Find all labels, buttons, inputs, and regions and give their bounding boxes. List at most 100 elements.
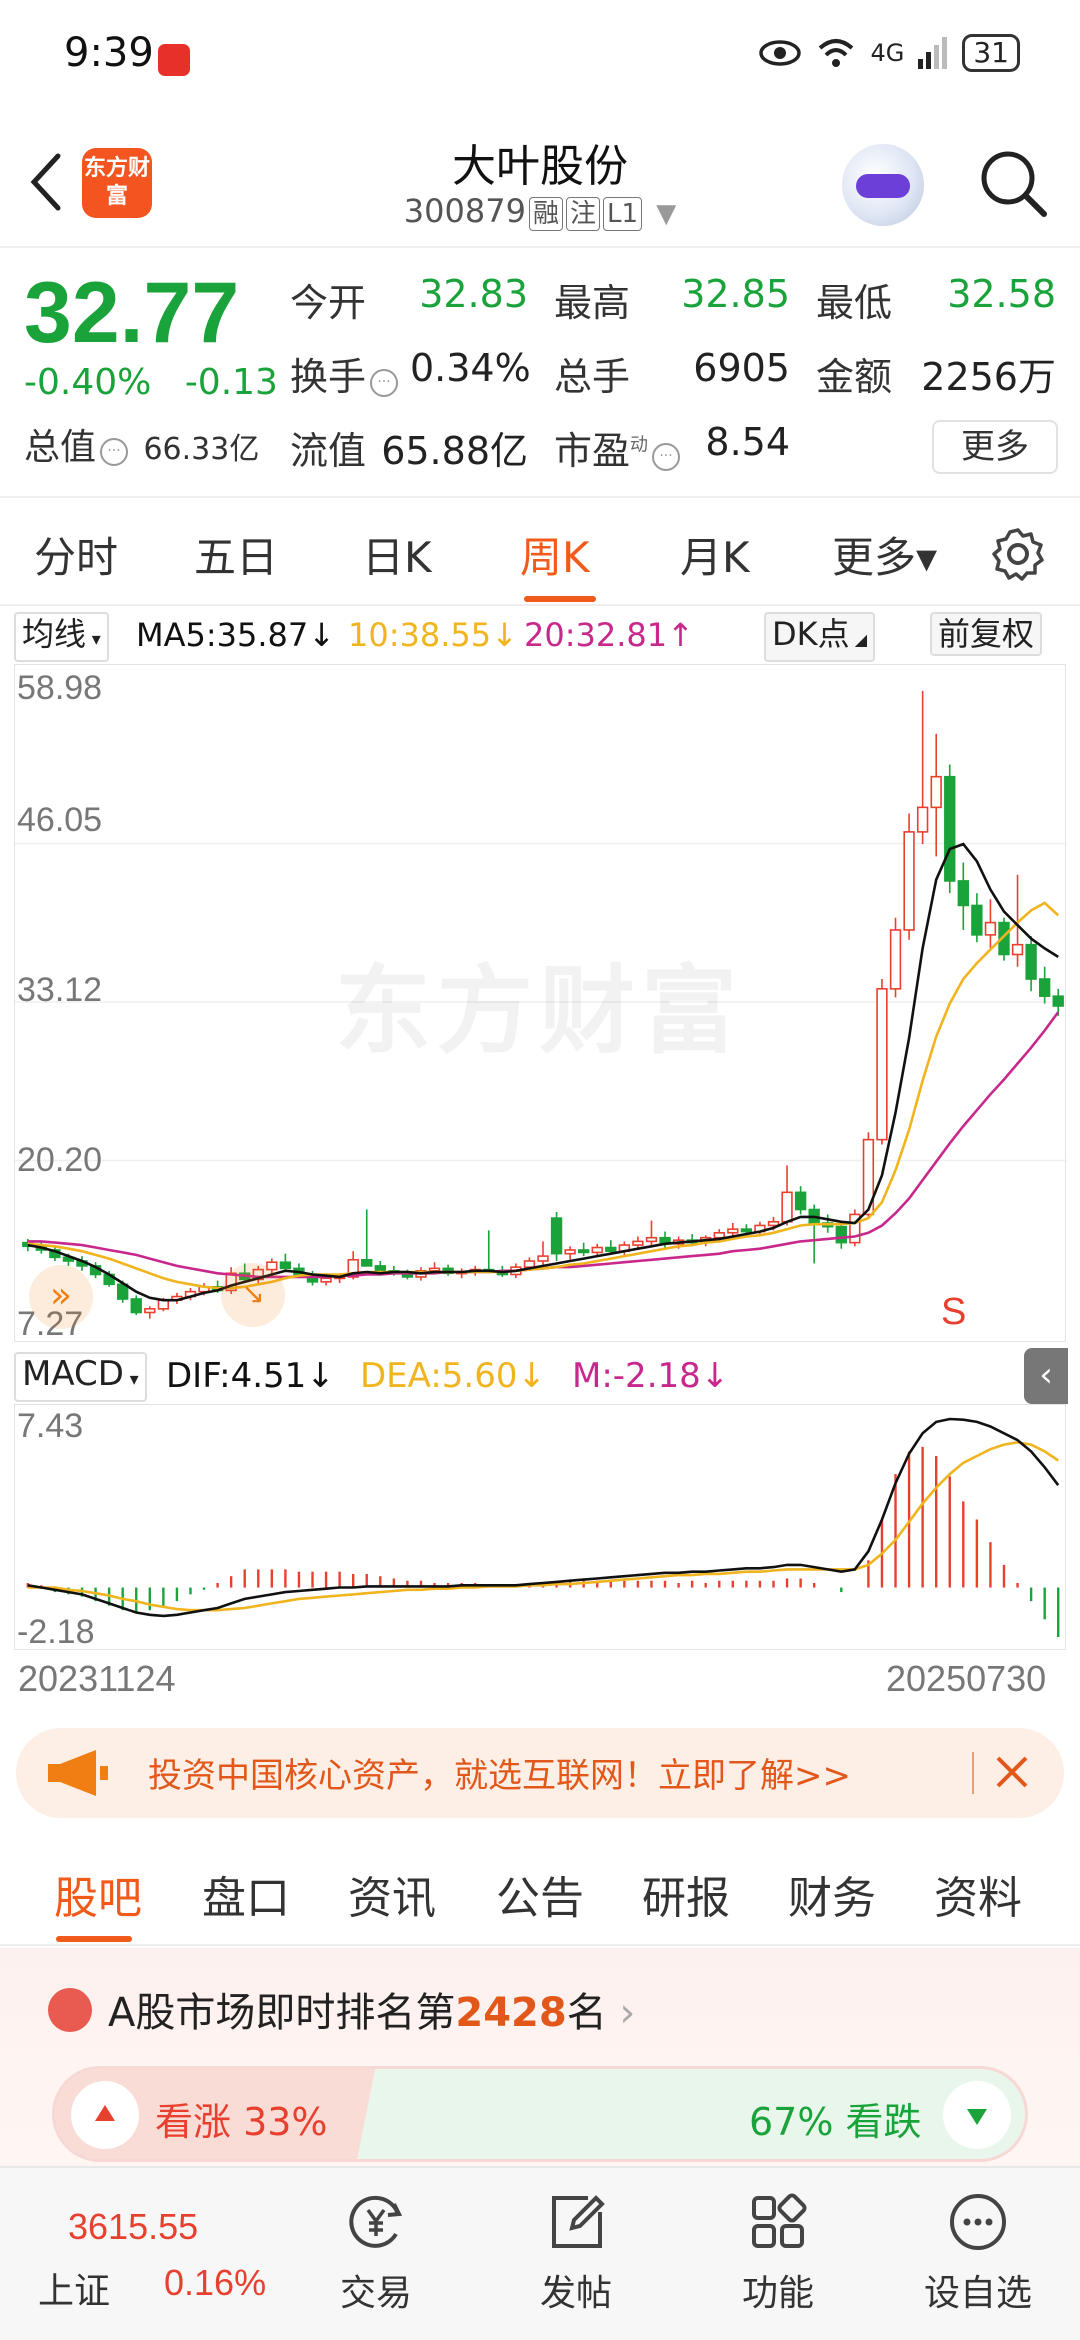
dea-value: DEA:5.60↓: [360, 1356, 546, 1396]
tag-registered: 注: [565, 197, 600, 231]
open-label: 今开: [290, 281, 367, 325]
edit-post-icon: [552, 2195, 605, 2248]
dropdown-caret-icon[interactable]: ▼: [656, 199, 676, 229]
high-value: 32.85: [681, 272, 790, 316]
nav-trade-label: 交易: [339, 2273, 412, 2314]
high-label: 最高: [554, 281, 631, 325]
candle-up: [930, 775, 942, 809]
chevron-down-icon: ▾: [86, 629, 101, 650]
candle-up: [889, 929, 902, 990]
low-value: 32.58: [947, 272, 1056, 316]
ma-selector[interactable]: 均线 ▾: [14, 612, 109, 662]
turnover-label-text: 换手: [290, 355, 367, 399]
tab-five-day[interactable]: 五日: [194, 524, 278, 585]
ad-banner[interactable]: 投资中国核心资产，就选互联网！立即了解>>: [16, 1728, 1064, 1818]
y-tick-label: 58.98: [17, 669, 103, 707]
macd-selector-label: MACD: [22, 1354, 124, 1394]
candle-down: [374, 1265, 386, 1272]
ranking-number: 2428: [455, 1990, 567, 2036]
tab-forum[interactable]: 股吧: [54, 1862, 142, 1926]
buy-signal-marker-icon[interactable]: ↘: [221, 1263, 285, 1327]
wifi-icon: [819, 39, 854, 67]
stock-code: 300879: [403, 192, 526, 230]
candle-up: [1011, 943, 1024, 956]
tab-intraday[interactable]: 分时: [34, 524, 118, 585]
market-cap-label: 总值: [24, 427, 97, 468]
sentiment-vote-bar: 看涨 33% 67% 看跌: [52, 2066, 1028, 2162]
nav-trade[interactable]: 交易: [306, 2180, 446, 2330]
nav-post-label: 发帖: [539, 2273, 612, 2314]
macd-chart[interactable]: 7.43 -2.18: [14, 1404, 1066, 1651]
tab-monthly-k[interactable]: 月K: [680, 524, 750, 585]
info-icon[interactable]: ···: [652, 443, 681, 471]
bottom-navigation: 3615.55 上证 0.16% 交易 发帖 功能 设自选: [0, 2166, 1080, 2340]
chevron-right-icon: ›: [619, 1990, 636, 2036]
candle-down: [794, 1191, 807, 1211]
tab-weekly-k[interactable]: 周K: [520, 524, 590, 585]
macd-svg: [26, 1417, 1060, 1637]
y-tick-label: 46.05: [17, 801, 103, 839]
tab-financials[interactable]: 财务: [788, 1862, 876, 1926]
candle-up: [645, 1236, 658, 1243]
ranking-link[interactable]: A股市场即时排名第2428名 ›: [108, 1980, 635, 2038]
expand-signals-icon[interactable]: »: [29, 1265, 93, 1329]
macd-selector[interactable]: MACD ▾: [14, 1352, 147, 1402]
adjust-price-button[interactable]: 前复权: [930, 612, 1043, 656]
more-dots-icon: [950, 2194, 1006, 2250]
tab-daily-k[interactable]: 日K: [362, 524, 432, 585]
y-tick-label: 7.43: [17, 1407, 84, 1445]
more-quote-button[interactable]: 更多: [932, 420, 1058, 474]
status-icons: 4G 31: [758, 34, 1020, 72]
search-icon[interactable]: [976, 146, 1052, 222]
candle-up: [564, 1249, 576, 1255]
nav-add-watchlist-label: 设自选: [923, 2273, 1032, 2314]
candle-down: [130, 1298, 142, 1314]
triangle-up-icon: [95, 2105, 115, 2121]
tab-research[interactable]: 研报: [642, 1862, 730, 1926]
candle-up: [523, 1260, 536, 1268]
close-icon[interactable]: [982, 1742, 1042, 1802]
gear-icon[interactable]: [990, 526, 1046, 582]
candle-up: [591, 1246, 603, 1254]
chart-watermark: 东方财富: [335, 955, 743, 1067]
collapse-panel-button[interactable]: ‹: [1024, 1348, 1068, 1404]
current-price: 32.77: [24, 265, 240, 361]
vote-bear-button[interactable]: [943, 2081, 1011, 2149]
candle-up: [632, 1240, 644, 1246]
status-bar: 9:39 4G 31: [0, 0, 1080, 120]
bull-percent: 看涨 33%: [155, 2100, 328, 2144]
tab-order-book[interactable]: 盘口: [202, 1862, 290, 1926]
kline-chart[interactable]: 58.98 46.05 33.12 20.20 7.27 东方财富 S » ↘: [14, 664, 1067, 1343]
dk-point-button[interactable]: DK点 ◢: [764, 612, 876, 662]
tab-more-periods[interactable]: 更多▾: [832, 524, 937, 585]
ranking-suffix: 名: [566, 1990, 607, 2036]
candle-up: [727, 1228, 739, 1234]
bear-percent: 67% 看跌: [749, 2100, 922, 2144]
nav-add-watchlist[interactable]: 设自选: [908, 2180, 1048, 2330]
float-cap-label: 流值: [290, 429, 367, 473]
info-icon[interactable]: ···: [370, 369, 399, 397]
y-tick-label: 20.20: [17, 1141, 103, 1179]
tab-news[interactable]: 资讯: [348, 1862, 436, 1926]
nav-post[interactable]: 发帖: [506, 2180, 646, 2330]
ma-legend-row: 均线 ▾ MA5:35.87↓ 10:38.55↓ 20:32.81↑ DK点 …: [0, 608, 1080, 664]
y-tick-label: -2.18: [17, 1613, 95, 1651]
nav-functions[interactable]: 功能: [708, 2180, 848, 2330]
volume-value: 6905: [693, 346, 790, 390]
nav-functions-label: 功能: [741, 2273, 814, 2314]
candle-down: [1038, 978, 1051, 997]
candle-up: [916, 806, 929, 833]
content-tabs: 股吧 盘口 资讯 公告 研报 财务 资料: [0, 1840, 1080, 1946]
dif-value: DIF:4.51↓: [166, 1356, 335, 1396]
tab-profile[interactable]: 资料: [934, 1862, 1022, 1926]
ai-assistant-avatar[interactable]: [842, 144, 924, 226]
ma5-value: MA5:35.87↓: [136, 616, 336, 654]
info-icon[interactable]: ···: [100, 438, 129, 466]
ad-divider: [972, 1752, 974, 1794]
status-time: 9:39: [64, 30, 154, 76]
pe-superscript: 动: [630, 434, 649, 456]
megaphone-icon: [48, 1750, 108, 1796]
vote-bull-button[interactable]: [71, 2081, 139, 2149]
index-change: 0.16%: [164, 2262, 267, 2303]
tab-announcements[interactable]: 公告: [496, 1862, 584, 1926]
